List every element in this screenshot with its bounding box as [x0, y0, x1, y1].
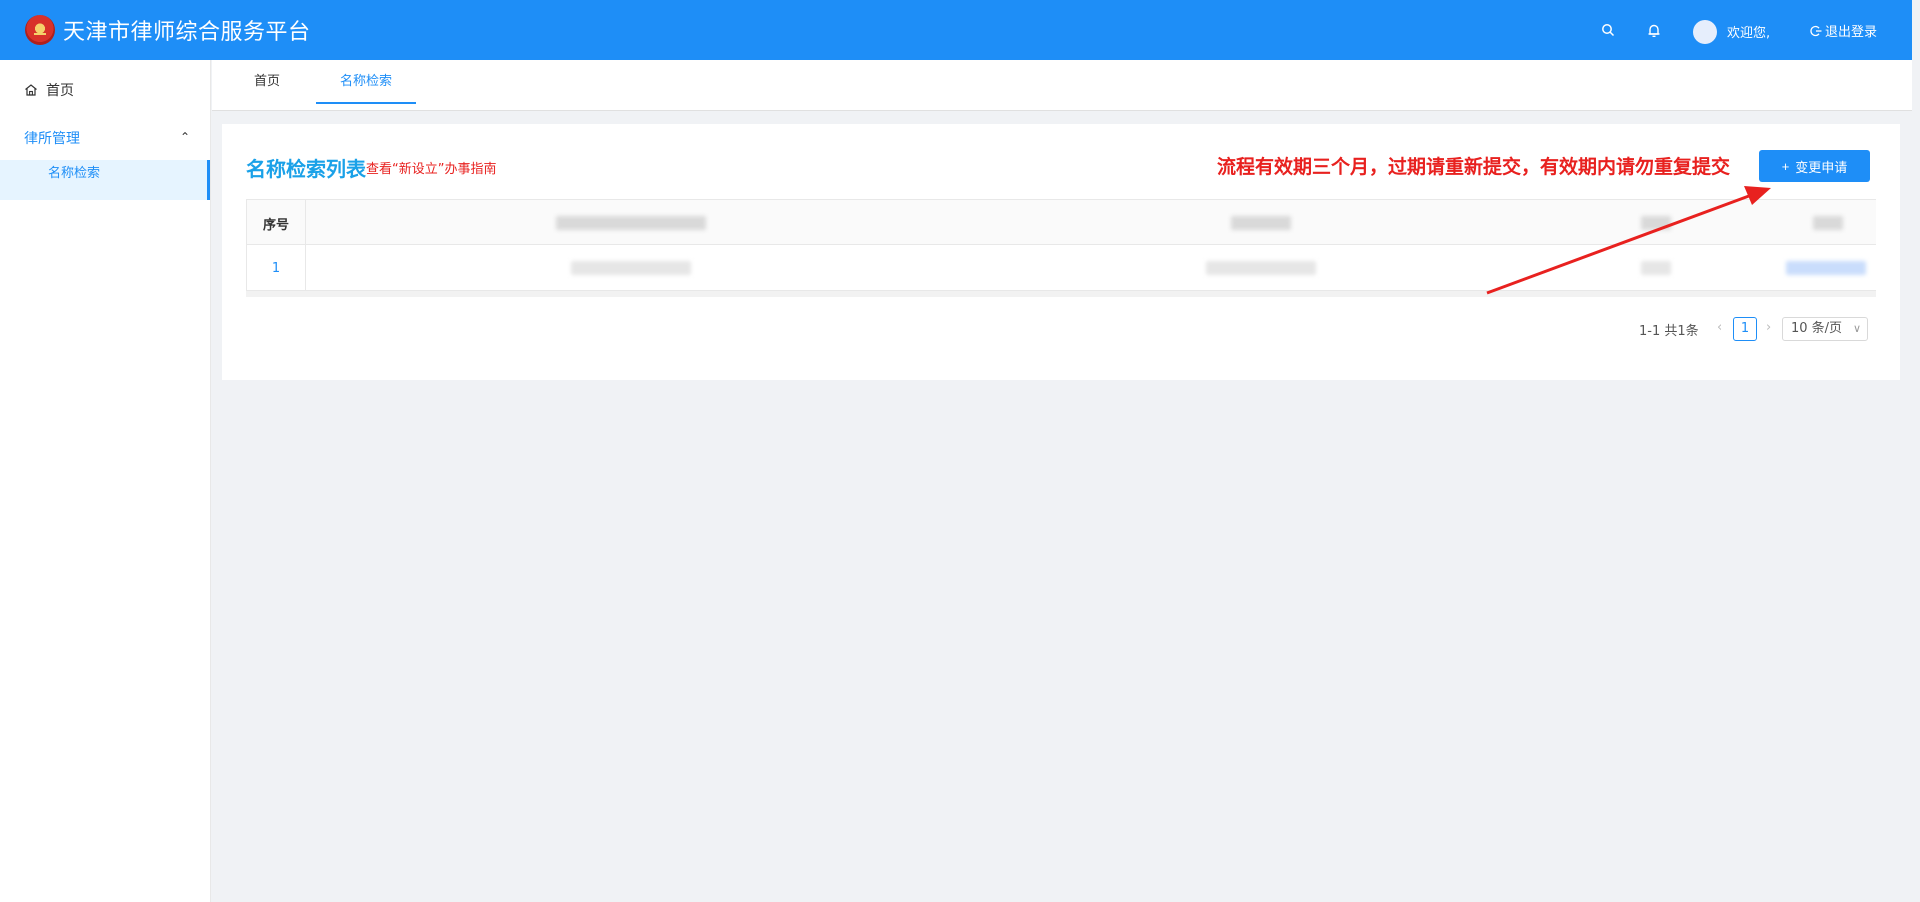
- logout-button[interactable]: 退出登录: [1810, 21, 1877, 40]
- results-table: 序号 1: [246, 199, 1876, 291]
- redacted-cell: [1641, 245, 1671, 291]
- page-title: 名称检索列表: [246, 157, 366, 181]
- redacted-header: [1641, 200, 1671, 246]
- row-index: 1: [246, 245, 306, 291]
- sidebar-item-label: 首页: [46, 83, 74, 99]
- plus-icon: +: [1781, 158, 1790, 174]
- bell-icon[interactable]: [1646, 22, 1662, 38]
- redacted-header: [1813, 200, 1843, 246]
- top-header: 天津市律师综合服务平台: [0, 0, 1912, 60]
- app-title: 天津市律师综合服务平台: [63, 20, 311, 45]
- validity-notice: 流程有效期三个月，过期请重新提交，有效期内请勿重复提交: [1217, 156, 1731, 178]
- table-row: 1: [246, 245, 1876, 291]
- redacted-cell: [571, 245, 691, 291]
- redacted-header: [556, 200, 706, 246]
- tab-bar: 首页 名称检索: [212, 60, 1912, 111]
- logout-icon: [1810, 25, 1822, 36]
- page-size-label: 10 条/页: [1791, 321, 1843, 336]
- tab-home[interactable]: 首页: [230, 60, 304, 104]
- chevron-up-icon: ⌃: [180, 130, 191, 144]
- redacted-header: [1231, 200, 1291, 246]
- pagination-total: 1-1 共1条: [1639, 324, 1699, 339]
- header-index: 序号: [246, 200, 306, 246]
- sidebar-item-home[interactable]: 首页: [0, 72, 210, 108]
- change-application-button[interactable]: + 变更申请: [1759, 150, 1870, 182]
- logout-label: 退出登录: [1825, 25, 1878, 40]
- guide-link[interactable]: 查看“新设立”办事指南: [366, 158, 496, 177]
- home-icon: [25, 84, 37, 96]
- welcome-text: 欢迎您,: [1727, 26, 1771, 41]
- tab-name-search[interactable]: 名称检索: [316, 60, 417, 104]
- change-button-label: 变更申请: [1795, 159, 1848, 175]
- next-page-icon[interactable]: ›: [1766, 320, 1771, 335]
- search-icon[interactable]: [1600, 22, 1616, 38]
- sidebar-item-label: 名称检索: [48, 166, 101, 181]
- table-scrollbar[interactable]: [246, 291, 1876, 297]
- table-header-row: 序号: [246, 199, 1876, 246]
- sidebar: 首页 律所管理 ⌃ 名称检索: [0, 60, 211, 902]
- redacted-action-link[interactable]: [1786, 245, 1866, 291]
- page-size-select[interactable]: 10 条/页 ∨: [1782, 317, 1868, 341]
- avatar[interactable]: [1693, 20, 1717, 44]
- redacted-cell: [1206, 245, 1316, 291]
- sidebar-group-firm-management[interactable]: 律所管理 ⌃: [0, 120, 210, 156]
- emblem-logo: [25, 15, 55, 45]
- page-number[interactable]: 1: [1733, 317, 1757, 341]
- content-card: 名称检索列表 查看“新设立”办事指南 流程有效期三个月，过期请重新提交，有效期内…: [222, 124, 1900, 380]
- prev-page-icon[interactable]: ‹: [1717, 320, 1722, 335]
- sidebar-item-name-search[interactable]: 名称检索: [0, 160, 210, 200]
- chevron-down-icon: ∨: [1852, 322, 1861, 335]
- sidebar-group-label: 律所管理: [24, 131, 80, 147]
